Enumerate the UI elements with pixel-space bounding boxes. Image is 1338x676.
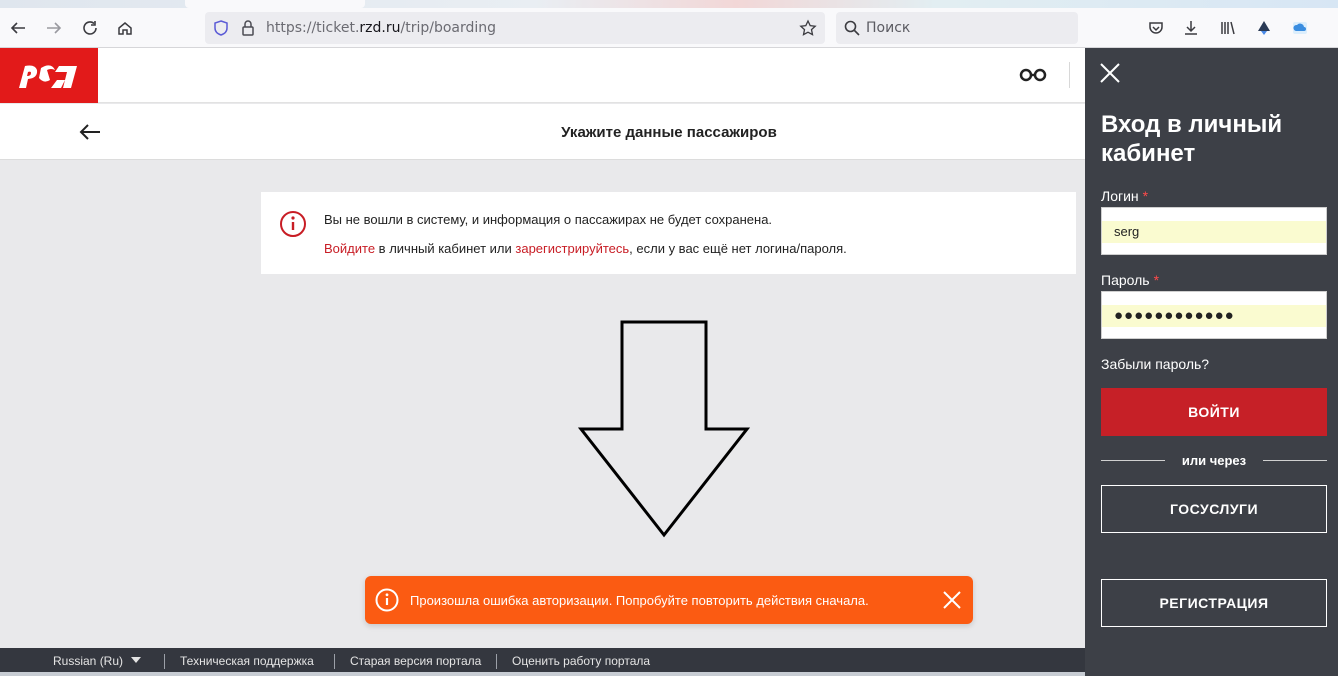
down-arrow-annotation-icon [577, 320, 751, 540]
toast-info-icon [375, 588, 399, 612]
forgot-password-link[interactable]: Забыли пароль? [1101, 356, 1209, 372]
login-panel-title: Вход в личный кабинет [1101, 111, 1283, 167]
browser-tabstrip [0, 0, 1338, 8]
shield-icon[interactable] [212, 19, 230, 37]
notice-links: Войдите в личный кабинет или зарегистрир… [324, 241, 847, 256]
bookmark-star-icon[interactable] [799, 19, 817, 37]
notice-text: Вы не вошли в систему, и информация о па… [324, 212, 773, 227]
login-input[interactable] [1102, 208, 1326, 254]
divider-line [1263, 460, 1327, 461]
search-bar[interactable]: Поиск [836, 12, 1078, 44]
pocket-icon[interactable] [1145, 17, 1167, 39]
home-icon[interactable] [114, 17, 136, 39]
or-via-divider: или через [1101, 452, 1327, 470]
download-icon[interactable] [1180, 17, 1202, 39]
login-label: Логин * [1101, 188, 1149, 204]
login-button[interactable]: ВОЙТИ [1101, 388, 1327, 436]
footer-divider [334, 654, 335, 669]
lock-icon[interactable] [239, 19, 257, 37]
password-field-wrapper [1101, 291, 1327, 339]
notice-middle-text: в личный кабинет или [375, 241, 516, 256]
login-notice: Вы не вошли в систему, и информация о па… [261, 192, 1076, 274]
library-icon[interactable] [1217, 17, 1239, 39]
toast-message: Произошла ошибка авторизации. Попробуйте… [410, 593, 869, 608]
forward-icon[interactable] [43, 17, 65, 39]
required-mark: * [1142, 188, 1149, 204]
subheader: Укажите данные пассажиров [0, 104, 1085, 160]
browser-active-tab[interactable] [185, 0, 365, 8]
search-icon [843, 19, 861, 37]
cloud-extension-icon[interactable] [1289, 17, 1311, 39]
register-link[interactable]: зарегистрируйтесь [515, 241, 629, 256]
language-selector[interactable]: Russian (Ru) [53, 654, 142, 668]
footer-support-link[interactable]: Техническая поддержка [180, 654, 314, 668]
footer-old-portal-link[interactable]: Старая версия портала [350, 654, 481, 668]
info-icon [279, 210, 307, 238]
login-panel: Вход в личный кабинет Логин* Пароль* Заб… [1085, 48, 1338, 676]
footer-divider [164, 654, 165, 669]
reload-icon[interactable] [79, 17, 101, 39]
browser-toolbar: https://ticket.rzd.ru/trip/boarding Поис… [0, 8, 1338, 48]
error-toast: Произошла ошибка авторизации. Попробуйте… [365, 576, 973, 624]
header-divider [1069, 62, 1070, 88]
notice-tail-text: , если у вас ещё нет логина/пароля. [629, 241, 847, 256]
address-bar[interactable]: https://ticket.rzd.ru/trip/boarding [205, 12, 825, 44]
chevron-down-icon [131, 657, 142, 663]
register-button[interactable]: РЕГИСТРАЦИЯ [1101, 579, 1327, 627]
login-field-wrapper [1101, 207, 1327, 255]
footer-rate-link[interactable]: Оценить работу портала [512, 654, 650, 668]
url-text[interactable]: https://ticket.rzd.ru/trip/boarding [266, 20, 496, 36]
required-mark: * [1153, 272, 1160, 288]
drive-extension-icon[interactable] [1253, 17, 1275, 39]
password-input[interactable] [1102, 292, 1326, 338]
close-icon[interactable] [1099, 62, 1121, 84]
site-header [0, 48, 1085, 103]
password-label: Пароль * [1101, 272, 1160, 288]
toast-close-icon[interactable] [941, 589, 963, 611]
rzd-logo-icon [19, 64, 77, 88]
accessibility-glasses-icon[interactable] [1019, 66, 1047, 84]
gosuslugi-button[interactable]: ГОСУСЛУГИ [1101, 485, 1327, 533]
back-icon[interactable] [7, 17, 29, 39]
footer-divider [496, 654, 497, 669]
rzd-logo[interactable] [0, 48, 98, 103]
search-placeholder: Поиск [866, 20, 911, 36]
taskbar-strip [0, 672, 1085, 676]
login-link[interactable]: Войдите [324, 241, 375, 256]
